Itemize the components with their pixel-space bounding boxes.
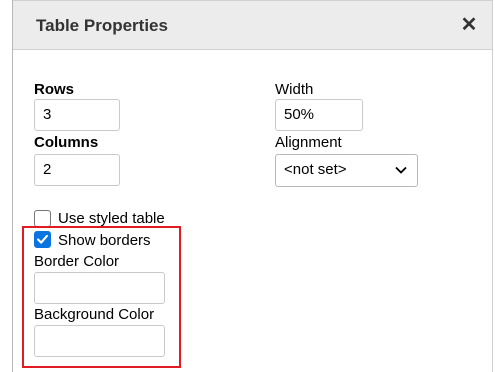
background-color-input[interactable] [34,325,165,357]
use-styled-table-label: Use styled table [58,210,165,227]
columns-label: Columns [34,134,99,151]
alignment-selected-value: <not set> [284,161,347,178]
alignment-label: Alignment [275,134,342,151]
border-color-label: Border Color [34,253,120,270]
show-borders-label: Show borders [58,232,151,249]
checkmark-icon [37,234,48,244]
rows-label: Rows [34,81,75,98]
dialog-title: Table Properties [36,16,168,35]
width-label: Width [275,81,314,98]
border-color-input[interactable] [34,272,165,304]
alignment-select[interactable]: <not set> [275,154,418,187]
columns-input[interactable]: 2 [34,154,120,186]
width-input[interactable]: 50% [275,99,363,131]
rows-input[interactable]: 3 [34,99,120,131]
close-icon[interactable]: ✕ [458,13,480,36]
chevron-down-icon [395,166,407,174]
use-styled-table-checkbox[interactable] [34,210,51,227]
show-borders-checkbox[interactable] [34,231,51,248]
background-color-label: Background Color [34,306,155,323]
dialog-titlebar[interactable]: Table Properties ✕ [13,0,492,50]
